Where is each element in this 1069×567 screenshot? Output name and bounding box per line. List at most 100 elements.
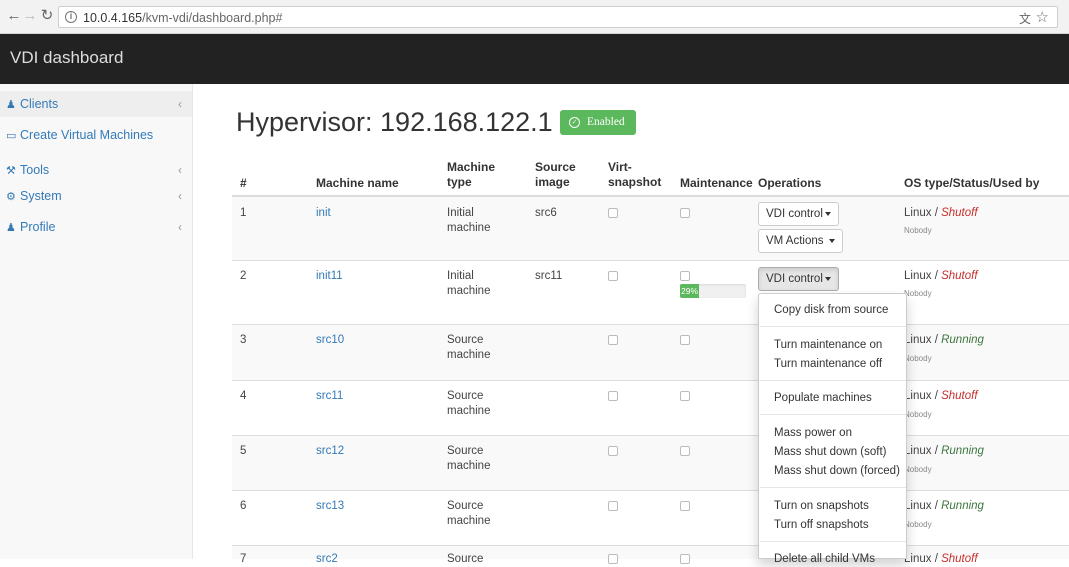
machine-type: Initial machine	[447, 207, 491, 234]
status-shutoff: Shutoff	[941, 390, 978, 402]
used-by: Nobody	[904, 226, 932, 235]
menu-item-mass-power-on[interactable]: Mass power on	[774, 426, 852, 440]
used-by: Nobody	[904, 410, 932, 419]
menu-item-snapshots-on[interactable]: Turn on snapshots	[774, 499, 869, 513]
menu-item-copy-disk[interactable]: Copy disk from source	[774, 303, 888, 317]
url-text[interactable]: 10.0.4.165/kvm-vdi/dashboard.php#	[83, 11, 282, 25]
vdi-control-button-open[interactable]: VDI control	[758, 267, 839, 291]
vm-actions-button[interactable]: VM Actions	[758, 229, 843, 253]
caret-down-icon	[828, 238, 835, 243]
status-shutoff: Shutoff	[941, 270, 978, 282]
row-divider	[232, 260, 1069, 261]
menu-item-maintenance-on[interactable]: Turn maintenance on	[774, 338, 882, 352]
machine-name-link[interactable]: init	[316, 206, 331, 221]
used-by: Nobody	[904, 465, 932, 474]
os-status: Linux / Shutoff	[904, 553, 978, 565]
virt-snapshot-checkbox[interactable]	[608, 501, 618, 511]
virt-snapshot-checkbox[interactable]	[608, 554, 618, 564]
os-status: Linux / Shutoff	[904, 207, 978, 219]
vdi-control-dropdown-menu: Copy disk from source Turn maintenance o…	[758, 293, 907, 565]
machine-type: Initial machine	[447, 270, 491, 297]
col-header-operations: Operations	[758, 176, 822, 190]
chevron-left-icon: ‹	[178, 163, 182, 177]
translate-icon[interactable]: 文	[1019, 10, 1031, 27]
info-icon[interactable]: i	[65, 11, 77, 23]
maintenance-checkbox[interactable]	[680, 208, 690, 218]
machine-name-link[interactable]: init11	[316, 269, 343, 284]
used-by: Nobody	[904, 520, 932, 529]
sidebar-item-clients[interactable]: ♟ Clients ‹	[0, 91, 192, 117]
machine-name-link[interactable]: src10	[316, 333, 344, 348]
source-image: src11	[535, 270, 563, 282]
row-number: 1	[240, 207, 247, 219]
machine-name-link[interactable]: src2	[316, 552, 338, 567]
row-number: 3	[240, 334, 247, 346]
machine-name-link[interactable]: src11	[316, 389, 343, 404]
sidebar-item-profile[interactable]: ♟ Profile ‹	[0, 214, 192, 240]
virt-snapshot-checkbox[interactable]	[608, 335, 618, 345]
status-shutoff: Shutoff	[941, 207, 978, 219]
menu-divider	[760, 326, 906, 327]
row-number: 2	[240, 270, 247, 282]
forward-arrow-icon[interactable]: →	[22, 7, 38, 25]
address-bar[interactable]: i 10.0.4.165/kvm-vdi/dashboard.php# 文 ☆	[58, 6, 1058, 28]
os-status: Linux / Shutoff	[904, 270, 978, 282]
chevron-left-icon: ‹	[178, 97, 182, 111]
machine-type: Source machine	[447, 390, 491, 417]
menu-item-mass-shutdown-forced[interactable]: Mass shut down (forced)	[774, 464, 900, 478]
enabled-status-badge: ✓ Enabled	[560, 110, 636, 135]
col-header-virt-snapshot: Virt-snapshot	[608, 160, 662, 189]
reload-icon[interactable]: ↻	[39, 7, 55, 25]
source-image: src6	[535, 207, 557, 219]
menu-item-populate[interactable]: Populate machines	[774, 391, 872, 405]
maintenance-checkbox[interactable]	[680, 554, 690, 564]
bookmark-star-icon[interactable]: ☆	[1036, 8, 1049, 26]
os-status: Linux / Running	[904, 500, 984, 512]
virt-snapshot-checkbox[interactable]	[608, 271, 618, 281]
progress-bar-fill: 29%	[680, 284, 700, 298]
top-navbar: VDI dashboard	[0, 34, 1069, 84]
machine-name-link[interactable]: src13	[316, 499, 344, 514]
menu-divider	[760, 487, 906, 488]
row-number: 4	[240, 390, 247, 402]
chevron-left-icon: ‹	[178, 189, 182, 203]
menu-divider	[760, 541, 906, 542]
col-header-machine-name: Machine name	[316, 176, 399, 190]
menu-divider	[760, 414, 906, 415]
maintenance-checkbox[interactable]	[680, 335, 690, 345]
sidebar: ♟ Clients ‹ ▭ Create Virtual Machines ⚒ Too…	[0, 84, 193, 559]
sidebar-item-create-vms[interactable]: ▭ Create Virtual Machines	[0, 122, 192, 148]
virt-snapshot-checkbox[interactable]	[608, 391, 618, 401]
maintenance-checkbox[interactable]	[680, 391, 690, 401]
sidebar-item-tools[interactable]: ⚒ Tools ‹	[0, 157, 192, 183]
maintenance-checkbox[interactable]	[680, 271, 690, 281]
machine-type: Source machine	[447, 334, 491, 361]
row-divider	[232, 545, 1069, 546]
used-by: Nobody	[904, 289, 932, 298]
col-header-maintenance: Maintenance	[680, 176, 753, 190]
chevron-left-icon: ‹	[178, 220, 182, 234]
os-status: Linux / Running	[904, 334, 984, 346]
maintenance-checkbox[interactable]	[680, 446, 690, 456]
menu-item-snapshots-off[interactable]: Turn off snapshots	[774, 518, 869, 532]
machine-type: Source	[447, 553, 484, 565]
back-arrow-icon[interactable]: ←	[6, 7, 22, 25]
sidebar-item-system[interactable]: ⚙ System ‹	[0, 183, 192, 209]
caret-down-icon	[824, 211, 831, 216]
machine-name-link[interactable]: src12	[316, 444, 344, 459]
menu-item-mass-shutdown-soft[interactable]: Mass shut down (soft)	[774, 445, 886, 459]
maintenance-checkbox[interactable]	[680, 501, 690, 511]
brand-title[interactable]: VDI dashboard	[10, 48, 123, 68]
virt-snapshot-checkbox[interactable]	[608, 208, 618, 218]
row-divider	[232, 435, 1069, 436]
page-title: Hypervisor: 192.168.122.1	[236, 107, 553, 137]
col-header-num: #	[240, 176, 247, 190]
menu-item-delete-child-vms[interactable]: Delete all child VMs	[774, 552, 875, 566]
vdi-control-button[interactable]: VDI control	[758, 202, 839, 226]
machine-type: Source machine	[447, 445, 491, 472]
os-status: Linux / Shutoff	[904, 390, 978, 402]
menu-item-maintenance-off[interactable]: Turn maintenance off	[774, 357, 882, 371]
virt-snapshot-checkbox[interactable]	[608, 446, 618, 456]
row-number: 6	[240, 500, 247, 512]
caret-down-icon	[824, 276, 831, 281]
